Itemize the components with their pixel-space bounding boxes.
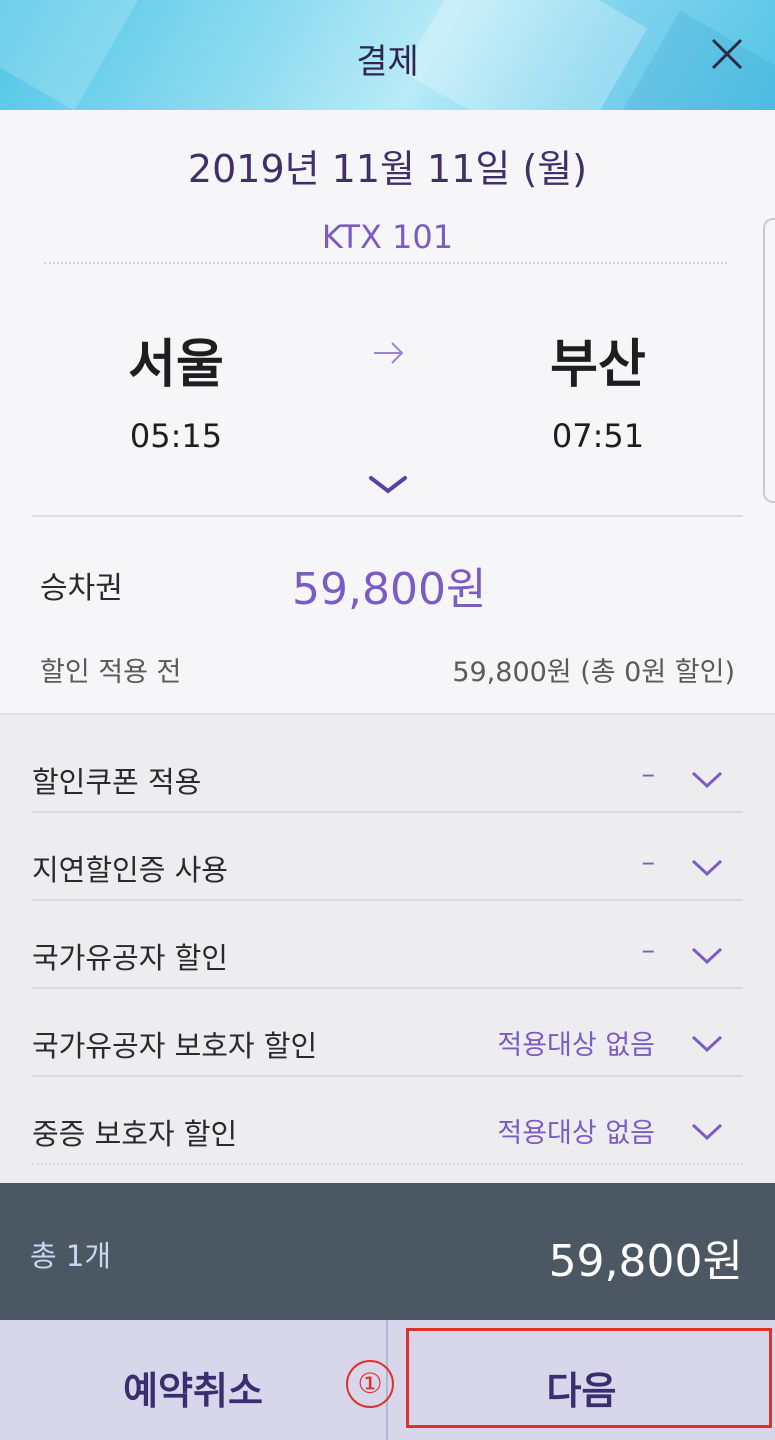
total-count: 총 1개 [30,1239,112,1273]
discount-list: 할인쿠폰 적용 – 지연할인증 사용 – 국가유공자 할인 – 국가유공자 보호… [0,713,775,1183]
discount-row-coupon[interactable]: 할인쿠폰 적용 – [32,725,743,813]
ticket-price: 59,800원 [292,564,487,615]
chevron-down-icon[interactable] [691,947,723,965]
cancel-reservation-button[interactable]: 예약취소 [0,1320,386,1440]
divider [32,515,743,517]
chevron-down-icon[interactable] [691,859,723,877]
total-price: 59,800원 [548,1236,743,1287]
discount-label: 국가유공자 보호자 할인 [32,1029,318,1063]
train-number: KTX 101 [321,218,454,256]
discount-label: 할인쿠폰 적용 [32,765,202,799]
departure-station: 서울 [128,335,224,395]
step-marker: ① [346,1360,394,1408]
total-bar: 총 1개 59,800원 [0,1183,775,1320]
discount-row-veteran[interactable]: 국가유공자 할인 – [32,901,743,989]
page-title: 결제 [356,42,419,82]
discount-status: 적용대상 없음 [497,1030,655,1061]
before-discount-value: 59,800원 (총 0원 할인) [452,657,735,688]
discount-row-severe-guardian[interactable]: 중증 보호자 할인 적용대상 없음 [32,1077,743,1165]
travel-date: 2019년 11월 11일 (월) [187,147,588,191]
scrollbar-handle[interactable] [763,218,775,503]
before-discount-label: 할인 적용 전 [40,657,182,688]
discount-label: 국가유공자 할인 [32,941,228,975]
arrival-station: 부산 [550,335,646,395]
header: 결제 [0,0,775,110]
discount-row-veteran-guardian[interactable]: 국가유공자 보호자 할인 적용대상 없음 [32,989,743,1077]
chevron-down-icon[interactable] [691,1035,723,1053]
departure-time: 05:15 [129,417,223,455]
chevron-down-icon[interactable] [691,771,723,789]
discount-row-delay[interactable]: 지연할인증 사용 – [32,813,743,901]
discount-label: 중증 보호자 할인 [32,1117,238,1151]
discount-status: – [641,847,656,878]
chevron-down-icon[interactable] [368,474,408,496]
close-icon[interactable] [709,36,745,72]
departure: 서울 05:15 [46,322,306,455]
discount-status: 적용대상 없음 [497,1118,655,1149]
arrival: 부산 07:51 [468,322,728,455]
arrow-right-icon [374,342,404,364]
discount-status: – [641,935,656,966]
next-button[interactable]: 다음 [388,1320,775,1440]
chevron-down-icon[interactable] [691,1123,723,1141]
discount-status: – [641,759,656,790]
ticket-label: 승차권 [40,571,123,606]
arrival-time: 07:51 [551,417,645,455]
discount-label: 지연할인증 사용 [32,853,228,887]
divider [44,262,727,264]
